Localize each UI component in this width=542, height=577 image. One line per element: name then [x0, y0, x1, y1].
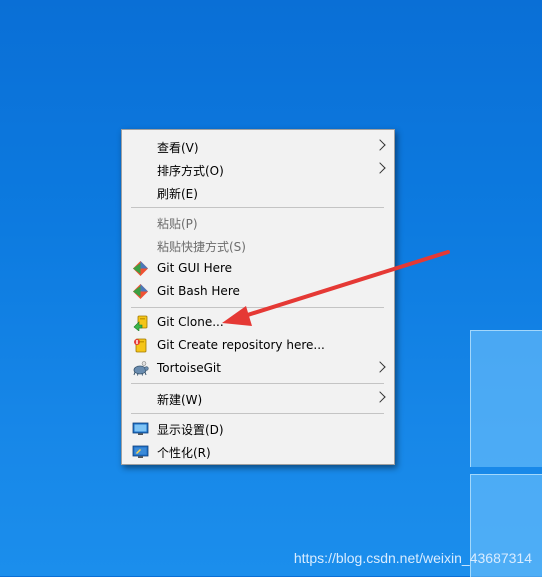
- menu-item-label: 查看(V): [157, 141, 199, 155]
- tortoisegit-create-repo-icon: [134, 338, 147, 353]
- menu-item-label: Git Create repository here...: [157, 338, 325, 352]
- menu-item-label: 粘贴快捷方式(S): [157, 240, 246, 254]
- menu-item-label: 显示设置(D): [157, 423, 224, 437]
- menu-item-label: 刷新(E): [157, 187, 198, 201]
- git-diamond-icon: [133, 284, 148, 299]
- menu-separator: [131, 307, 384, 308]
- menu-separator: [131, 207, 384, 208]
- menu-item-label: Git Clone...: [157, 315, 224, 329]
- menu-separator: [131, 413, 384, 414]
- menu-item-display-settings[interactable]: 显示设置(D): [124, 417, 392, 440]
- menu-item-git-gui-here[interactable]: Git GUI Here: [124, 257, 392, 280]
- windows-logo-pane-upper: [470, 330, 542, 467]
- menu-item-git-create-repository[interactable]: Git Create repository here...: [124, 334, 392, 357]
- tortoisegit-turtle-icon: [133, 361, 149, 376]
- menu-item-label: 排序方式(O): [157, 164, 224, 178]
- watermark-url: https://blog.csdn.net/weixin_43687314: [293, 550, 532, 566]
- git-diamond-icon: [133, 261, 148, 276]
- chevron-right-icon: [374, 139, 386, 151]
- menu-item-label: 新建(W): [157, 393, 203, 407]
- chevron-right-icon: [374, 162, 386, 174]
- menu-separator: [131, 383, 384, 384]
- menu-item-label: 粘贴(P): [157, 217, 198, 231]
- menu-item-sort-by[interactable]: 排序方式(O): [124, 158, 392, 181]
- chevron-right-icon: [374, 391, 386, 403]
- personalize-monitor-icon: [132, 445, 149, 458]
- display-monitor-icon: [132, 422, 149, 435]
- tortoisegit-clone-icon: [133, 315, 148, 331]
- menu-item-label: Git GUI Here: [157, 261, 233, 275]
- menu-item-paste-shortcut[interactable]: 粘贴快捷方式(S): [124, 234, 392, 257]
- menu-item-new[interactable]: 新建(W): [124, 387, 392, 410]
- menu-item-git-clone[interactable]: Git Clone...: [124, 311, 392, 334]
- chevron-right-icon: [374, 361, 386, 373]
- menu-item-tortoisegit[interactable]: TortoiseGit: [124, 357, 392, 380]
- menu-item-label: TortoiseGit: [157, 361, 221, 375]
- menu-item-view[interactable]: 查看(V): [124, 135, 392, 158]
- menu-item-label: Git Bash Here: [157, 284, 240, 298]
- menu-item-refresh[interactable]: 刷新(E): [124, 181, 392, 204]
- menu-item-label: 个性化(R): [157, 446, 211, 460]
- desktop-context-menu: 查看(V) 排序方式(O) 刷新(E) 粘贴(P) 粘贴快捷方式(S) Git …: [121, 129, 395, 465]
- menu-item-paste[interactable]: 粘贴(P): [124, 211, 392, 234]
- menu-item-personalize[interactable]: 个性化(R): [124, 440, 392, 463]
- menu-item-git-bash-here[interactable]: Git Bash Here: [124, 280, 392, 303]
